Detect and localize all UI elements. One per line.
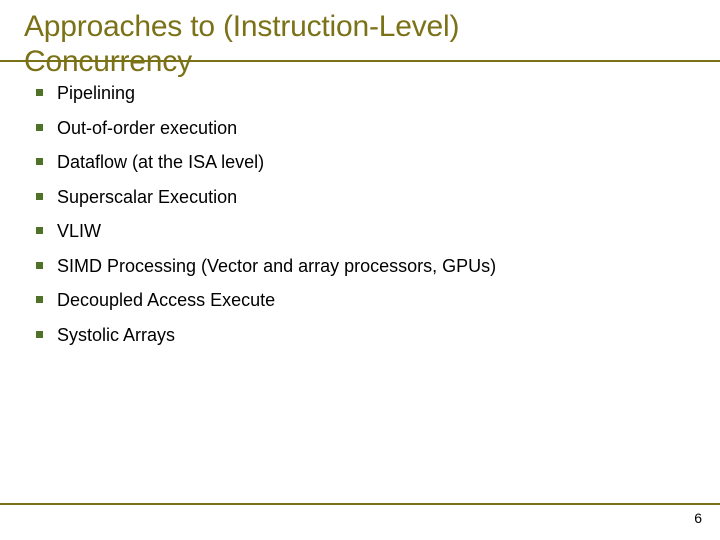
slide-title: Approaches to (Instruction-Level) Concur… — [24, 10, 459, 79]
bullet-list: Pipelining Out-of-order execution Datafl… — [36, 82, 676, 358]
list-item: Decoupled Access Execute — [36, 289, 676, 312]
list-item-label: SIMD Processing (Vector and array proces… — [57, 255, 496, 278]
list-item: Superscalar Execution — [36, 186, 676, 209]
bullet-icon — [36, 193, 43, 200]
list-item: Out-of-order execution — [36, 117, 676, 140]
bullet-icon — [36, 296, 43, 303]
bullet-icon — [36, 89, 43, 96]
bullet-icon — [36, 124, 43, 131]
list-item: SIMD Processing (Vector and array proces… — [36, 255, 676, 278]
page-number: 6 — [694, 510, 702, 526]
slide: Approaches to (Instruction-Level) Concur… — [0, 0, 720, 540]
list-item: Dataflow (at the ISA level) — [36, 151, 676, 174]
list-item: VLIW — [36, 220, 676, 243]
list-item: Systolic Arrays — [36, 324, 676, 347]
list-item-label: Superscalar Execution — [57, 186, 237, 209]
bullet-icon — [36, 331, 43, 338]
divider-top — [0, 60, 720, 62]
list-item-label: Dataflow (at the ISA level) — [57, 151, 264, 174]
list-item-label: Out-of-order execution — [57, 117, 237, 140]
list-item: Pipelining — [36, 82, 676, 105]
divider-bottom — [0, 503, 720, 505]
title-line-1: Approaches to (Instruction-Level) — [24, 10, 459, 43]
list-item-label: Decoupled Access Execute — [57, 289, 275, 312]
bullet-icon — [36, 158, 43, 165]
bullet-icon — [36, 262, 43, 269]
bullet-icon — [36, 227, 43, 234]
list-item-label: Systolic Arrays — [57, 324, 175, 347]
list-item-label: VLIW — [57, 220, 101, 243]
list-item-label: Pipelining — [57, 82, 135, 105]
